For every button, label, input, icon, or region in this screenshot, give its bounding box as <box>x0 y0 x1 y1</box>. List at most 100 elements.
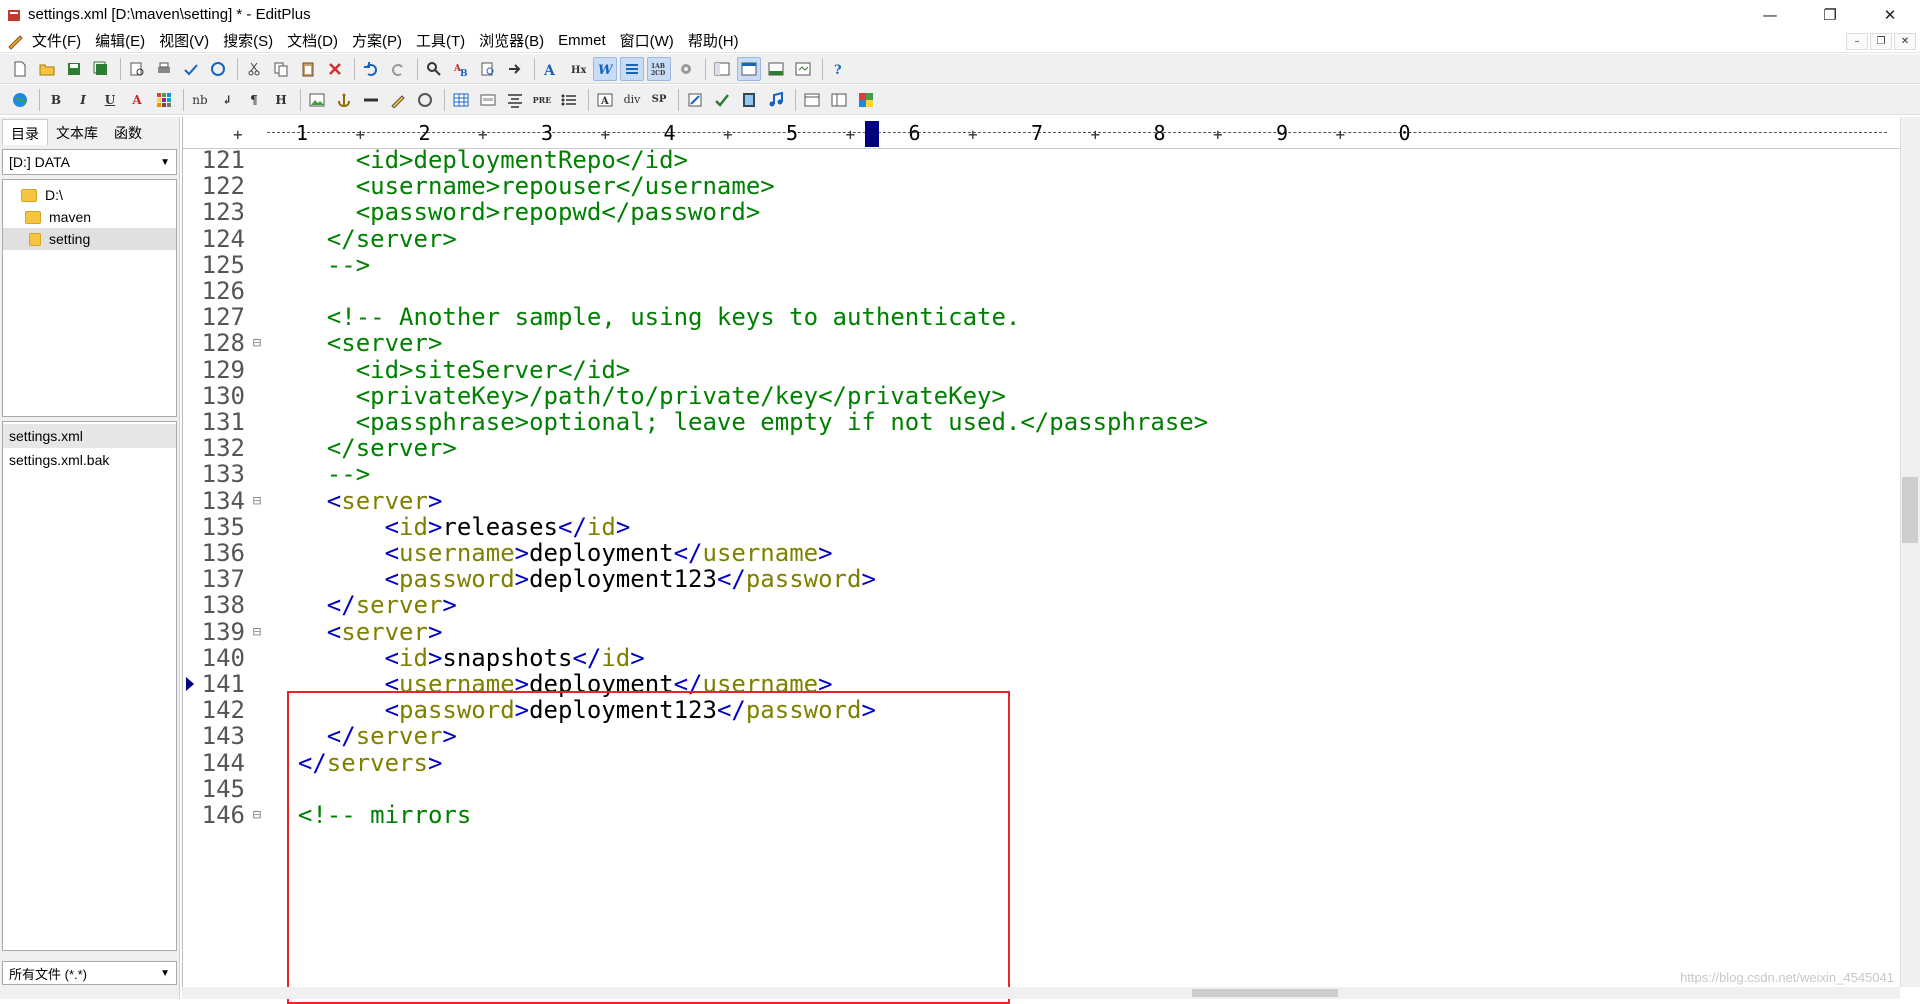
paragraph-button[interactable]: ¶ <box>242 88 266 112</box>
vertical-scrollbar[interactable] <box>1900 117 1920 987</box>
hex-view-icon[interactable]: Hx <box>566 57 590 81</box>
doc-restore-button[interactable]: ❐ <box>1870 33 1892 50</box>
spell-check-icon[interactable] <box>179 57 203 81</box>
color-palette-icon[interactable] <box>152 88 176 112</box>
fold-toggle-icon[interactable]: ⊟ <box>245 493 269 509</box>
print-preview-icon[interactable] <box>125 57 149 81</box>
heading-button[interactable]: H <box>269 88 293 112</box>
tree-item-setting[interactable]: setting <box>3 228 176 250</box>
open-folder-icon[interactable] <box>35 57 59 81</box>
help-icon[interactable]: ? <box>827 57 851 81</box>
file-filter-select[interactable]: 所有文件 (*.*) ▼ <box>2 961 177 985</box>
globe-icon[interactable] <box>8 88 32 112</box>
goto-icon[interactable] <box>503 57 527 81</box>
center-align-icon[interactable] <box>503 88 527 112</box>
ruler-icon[interactable]: 1AB2CD <box>647 57 671 81</box>
find-icon[interactable] <box>422 57 446 81</box>
bookmark-marker-icon <box>186 677 194 691</box>
nbsp-button[interactable]: nb <box>188 88 212 112</box>
cliptext-window-icon[interactable] <box>737 57 761 81</box>
minimize-button[interactable]: — <box>1740 0 1800 29</box>
close-button[interactable]: ✕ <box>1860 0 1920 29</box>
pre-button[interactable]: PRE <box>530 88 554 112</box>
menu-file[interactable]: 文件(F) <box>32 30 81 51</box>
fold-toggle-icon[interactable]: ⊟ <box>245 335 269 351</box>
font-icon[interactable]: A <box>539 57 563 81</box>
validate-check-icon[interactable] <box>710 88 734 112</box>
vertical-scroll-thumb[interactable] <box>1902 477 1918 543</box>
tab-directory[interactable]: 目录 <box>2 119 48 145</box>
plugin-icon[interactable] <box>854 88 878 112</box>
cut-icon[interactable] <box>242 57 266 81</box>
menu-browser[interactable]: 浏览器(B) <box>479 30 544 51</box>
ruler-tick: + <box>601 125 611 144</box>
horizontal-scroll-thumb[interactable] <box>1192 989 1338 997</box>
line-break-button[interactable]: ↲ <box>215 88 239 112</box>
ruler-number: 6 <box>909 121 921 145</box>
frame-icon[interactable] <box>827 88 851 112</box>
span-button[interactable]: SP <box>647 88 671 112</box>
word-wrap-icon[interactable]: W <box>593 57 617 81</box>
bold-button[interactable]: B <box>44 88 68 112</box>
maximize-button[interactable]: ❐ <box>1800 0 1860 29</box>
editor-pane[interactable]: 1+2+3+4+5+6+7+8+9+0+ 121 <id>deploymentR… <box>182 117 1900 987</box>
text-box-icon[interactable]: A <box>593 88 617 112</box>
menu-project[interactable]: 方案(P) <box>352 30 402 51</box>
tab-functions[interactable]: 函数 <box>106 119 150 145</box>
replace-icon[interactable]: AB <box>449 57 473 81</box>
tab-cliptext[interactable]: 文本库 <box>48 119 106 145</box>
file-item[interactable]: settings.xml <box>3 424 176 448</box>
underline-button[interactable]: U <box>98 88 122 112</box>
save-all-icon[interactable] <box>89 57 113 81</box>
horizontal-rule-icon[interactable] <box>359 88 383 112</box>
copy-icon[interactable] <box>269 57 293 81</box>
list-icon[interactable] <box>557 88 581 112</box>
comment-icon[interactable] <box>413 88 437 112</box>
drive-select[interactable]: [D:] DATA ▼ <box>2 149 177 175</box>
media-icon[interactable] <box>737 88 761 112</box>
undo-icon[interactable] <box>359 57 383 81</box>
menu-document[interactable]: 文档(D) <box>287 30 338 51</box>
doc-minimize-button[interactable]: – <box>1846 33 1868 50</box>
ruler-tick: + <box>846 125 856 144</box>
fold-toggle-icon[interactable]: ⊟ <box>245 807 269 823</box>
output-window-icon[interactable] <box>764 57 788 81</box>
find-in-files-icon[interactable] <box>476 57 500 81</box>
menu-search[interactable]: 搜索(S) <box>223 30 273 51</box>
new-file-icon[interactable] <box>8 57 32 81</box>
browser-preview-icon[interactable] <box>791 57 815 81</box>
paste-icon[interactable] <box>296 57 320 81</box>
italic-button[interactable]: I <box>71 88 95 112</box>
div-button[interactable]: div <box>620 88 644 112</box>
fold-toggle-icon[interactable]: ⊟ <box>245 624 269 640</box>
directory-window-icon[interactable] <box>710 57 734 81</box>
settings-gear-icon[interactable] <box>674 57 698 81</box>
css-edit-icon[interactable] <box>683 88 707 112</box>
file-item[interactable]: settings.xml.bak <box>3 448 176 472</box>
tree-item-drive[interactable]: D:\ <box>3 184 176 206</box>
window-layout-icon[interactable] <box>800 88 824 112</box>
delete-icon[interactable] <box>323 57 347 81</box>
save-icon[interactable] <box>62 57 86 81</box>
menu-help[interactable]: 帮助(H) <box>688 30 739 51</box>
menu-window[interactable]: 窗口(W) <box>620 30 674 51</box>
table-icon[interactable] <box>449 88 473 112</box>
menu-emmet[interactable]: Emmet <box>558 32 606 49</box>
doc-close-button[interactable]: ✕ <box>1894 33 1916 50</box>
redo-icon[interactable] <box>386 57 410 81</box>
pen-icon[interactable] <box>386 88 410 112</box>
font-color-button[interactable]: A <box>125 88 149 112</box>
image-icon[interactable] <box>305 88 329 112</box>
ftp-icon[interactable] <box>206 57 230 81</box>
menu-tools[interactable]: 工具(T) <box>416 30 465 51</box>
tree-item-maven[interactable]: maven <box>3 206 176 228</box>
menu-edit[interactable]: 编辑(E) <box>95 30 145 51</box>
line-number-icon[interactable] <box>620 57 644 81</box>
menu-view[interactable]: 视图(V) <box>159 30 209 51</box>
print-icon[interactable] <box>152 57 176 81</box>
form-icon[interactable] <box>476 88 500 112</box>
horizontal-scrollbar[interactable] <box>182 987 1900 999</box>
file-filter-value: 所有文件 (*.*) <box>9 964 87 983</box>
music-note-icon[interactable] <box>764 88 788 112</box>
anchor-icon[interactable] <box>332 88 356 112</box>
